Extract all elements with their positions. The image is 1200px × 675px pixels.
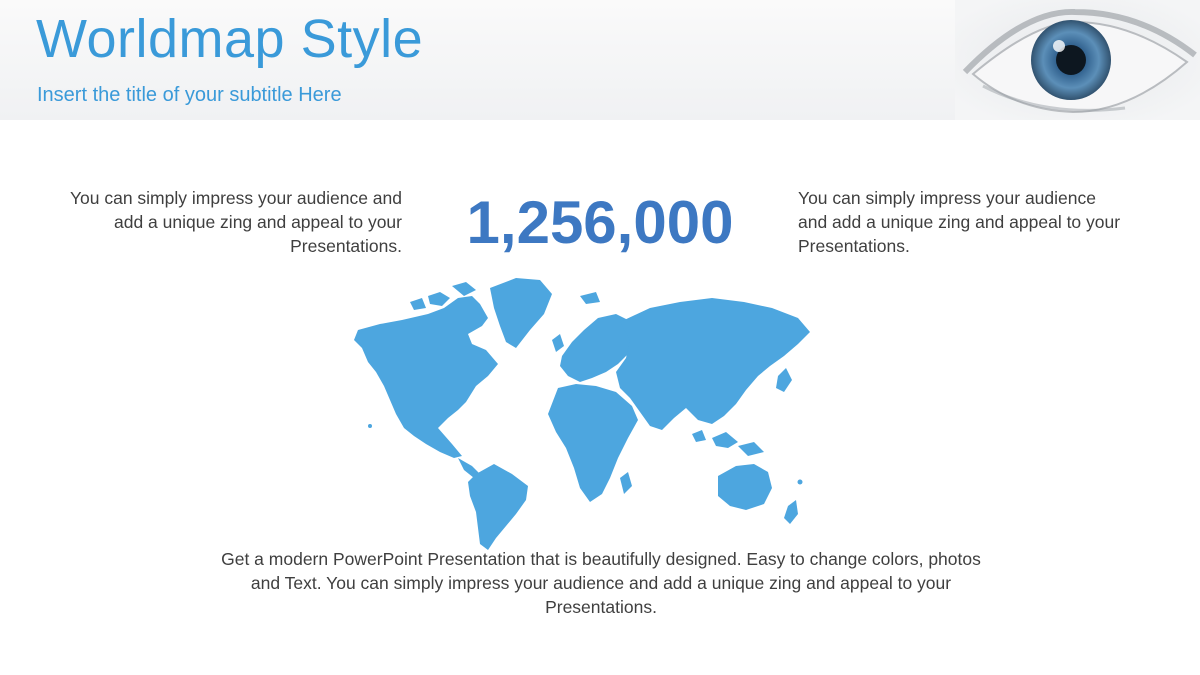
- greenland-shape: [490, 278, 552, 348]
- australia-shape: [718, 464, 772, 510]
- highlight-number: 1,256,000: [466, 189, 734, 256]
- left-description: You can simply impress your audience and…: [69, 188, 402, 256]
- right-description: You can simply impress your audience and…: [798, 188, 1121, 256]
- eye-image: [955, 0, 1200, 120]
- bottom-description: Get a modern PowerPoint Presentation tha…: [221, 549, 981, 617]
- asia-shape: [616, 298, 810, 430]
- south-america-shape: [468, 464, 528, 550]
- slide-subtitle: Insert the title of your subtitle Here: [37, 84, 342, 106]
- north-america-shape: [354, 296, 498, 458]
- header-banner: Worldmap Style Insert the title of your …: [0, 0, 1200, 120]
- world-map: [354, 278, 810, 550]
- slide-title: Worldmap Style: [36, 9, 424, 69]
